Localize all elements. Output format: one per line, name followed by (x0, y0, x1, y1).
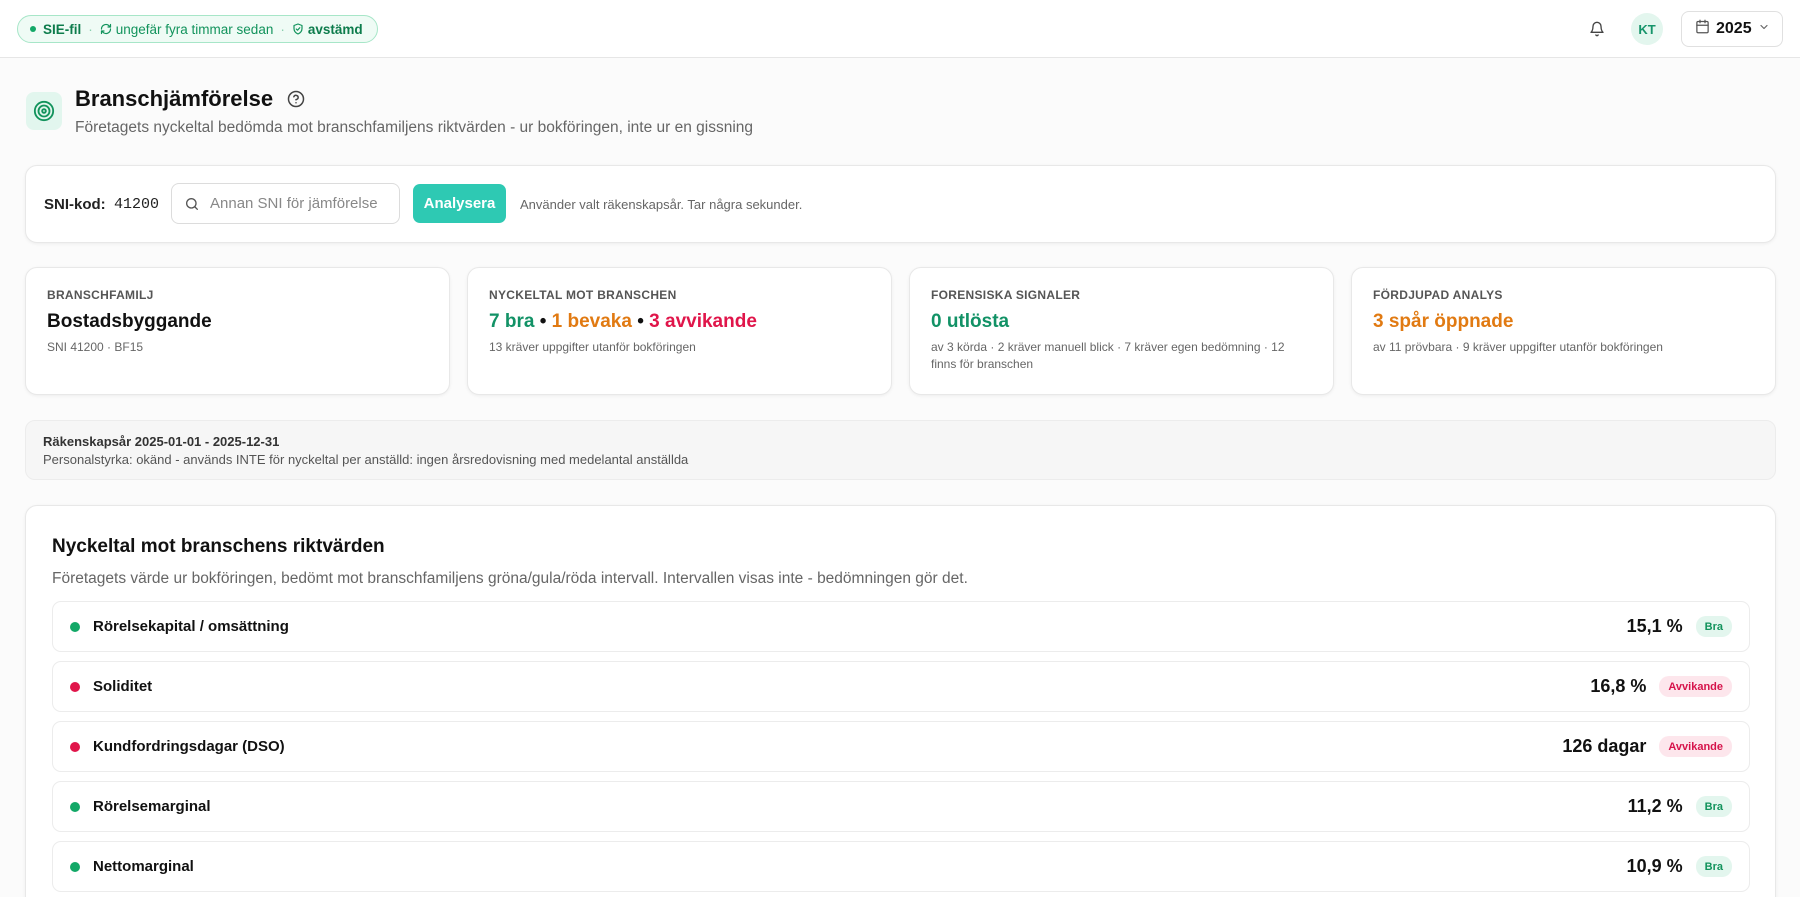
keyfigures-title: Nyckeltal mot branschens riktvärden (52, 536, 385, 557)
keyfigure-value: 16,8 % (1590, 676, 1647, 696)
keyfigures-value: 7 bra • 1 bevaka • 3 avvikande (489, 311, 757, 332)
status-badge: Bra (1695, 616, 1732, 637)
count-good: 7 bra (489, 311, 535, 332)
source-label: SIE-fil (43, 21, 82, 37)
forensic-sub: av 3 körda · 2 kräver manuell blick · 7 … (931, 340, 1285, 371)
keyfigure-row[interactable]: Rörelsemarginal 11,2 % Bra (52, 781, 1750, 832)
deep-value: 3 spår öppnade (1373, 311, 1514, 332)
forensic-value: 0 utlösta (931, 311, 1010, 332)
target-icon (26, 92, 62, 130)
sni-label: SNI-kod: (44, 196, 106, 213)
keyfigure-name: Soliditet (93, 678, 153, 695)
count-deviating: 3 avvikande (649, 311, 757, 332)
selected-year: 2025 (1716, 20, 1752, 37)
refresh-icon (100, 23, 112, 35)
family-label: Branschfamilj (47, 288, 154, 302)
keyfigure-name: Rörelsemarginal (93, 798, 211, 815)
status-badge: Bra (1695, 796, 1732, 817)
shield-check-icon (292, 23, 304, 35)
notifications-bell-icon[interactable] (1586, 17, 1608, 41)
keyfigures-section: Nyckeltal mot branschens riktvärden Före… (25, 505, 1776, 897)
keyfigure-name: Nettomarginal (93, 858, 194, 875)
keyfigure-row[interactable]: Soliditet 16,8 % Avvikande (52, 661, 1750, 712)
user-avatar[interactable]: KT (1631, 13, 1663, 45)
keyfigure-name: Kundfordringsdagar (DSO) (93, 738, 285, 755)
calendar-icon (1695, 19, 1710, 39)
status-badge: Bra (1695, 856, 1732, 877)
page-title-wrap: Branschjämförelse (75, 86, 305, 112)
summary-card-forensic: Forensiska signaler 0 utlösta av 3 körda… (909, 267, 1334, 395)
reconciled-label: avstämd (307, 21, 363, 37)
sni-search-field[interactable] (171, 183, 400, 224)
status-badge: Avvikande (1659, 736, 1732, 757)
keyfigure-value: 10,9 % (1626, 856, 1683, 876)
fiscal-info-box: Räkenskapsår 2025-01-01 - 2025-12-31 Per… (25, 420, 1776, 480)
status-dot-good (70, 801, 80, 812)
keyfigure-row[interactable]: Nettomarginal 10,9 % Bra (52, 841, 1750, 892)
year-selector[interactable]: 2025 (1681, 11, 1783, 47)
sni-search-input[interactable] (210, 195, 380, 212)
family-value: Bostadsbyggande (47, 311, 212, 332)
summary-card-keyfigures: Nyckeltal mot branschen 7 bra • 1 bevaka… (467, 267, 892, 395)
status-badge: Avvikande (1659, 676, 1732, 697)
analyze-button[interactable]: Analysera (413, 184, 506, 223)
status-dot-good (70, 621, 80, 632)
deep-sub: av 11 prövbara · 9 kräver uppgifter utan… (1373, 340, 1663, 354)
fiscal-year: Räkenskapsår 2025-01-01 - 2025-12-31 (43, 434, 280, 449)
status-dot-bad (70, 741, 80, 752)
top-bar: SIE-fil · ungefär fyra timmar sedan · av… (0, 0, 1800, 58)
summary-card-deep-analysis: Fördjupad analys 3 spår öppnade av 11 pr… (1351, 267, 1776, 395)
status-dot-bad (70, 681, 80, 692)
keyfigure-value: 15,1 % (1626, 616, 1683, 636)
sni-hint: Använder valt räkenskapsår. Tar några se… (520, 197, 803, 212)
keyfigure-row[interactable]: Rörelsekapital / omsättning 15,1 % Bra (52, 601, 1750, 652)
page-title: Branschjämförelse (75, 86, 274, 111)
page-subtitle: Företagets nyckeltal bedömda mot bransch… (75, 119, 754, 136)
family-sub: SNI 41200 · BF15 (47, 340, 144, 354)
forensic-label: Forensiska signaler (931, 288, 1081, 302)
status-dot-good (70, 861, 80, 872)
sni-bar: SNI-kod: 41200 Analysera Använder valt r… (25, 165, 1776, 243)
sync-status-pill[interactable]: SIE-fil · ungefär fyra timmar sedan · av… (17, 15, 378, 43)
keyfigures-subtitle: Företagets värde ur bokföringen, bedömt … (52, 570, 968, 587)
keyfigure-row[interactable]: Kundfordringsdagar (DSO) 126 dagar Avvik… (52, 721, 1750, 772)
keyfigure-name: Rörelsekapital / omsättning (93, 618, 289, 635)
chevron-down-icon (1758, 20, 1770, 38)
deep-label: Fördjupad analys (1373, 288, 1503, 302)
help-circle-icon[interactable] (287, 90, 305, 108)
summary-card-family: Branschfamilj Bostadsbyggande SNI 41200 … (25, 267, 450, 395)
staffing-note: Personalstyrka: okänd - används INTE för… (43, 452, 689, 467)
status-dot (30, 26, 36, 32)
keyfigures-sub: 13 kräver uppgifter utanför bokföringen (489, 340, 696, 354)
keyfigure-value: 11,2 % (1627, 796, 1683, 816)
sni-code: 41200 (114, 196, 160, 213)
keyfigure-value: 126 dagar (1562, 736, 1647, 756)
keyfigures-label: Nyckeltal mot branschen (489, 288, 677, 302)
search-icon (184, 196, 200, 212)
count-watch: 1 bevaka (551, 311, 632, 332)
sync-time: ungefär fyra timmar sedan (115, 21, 274, 37)
